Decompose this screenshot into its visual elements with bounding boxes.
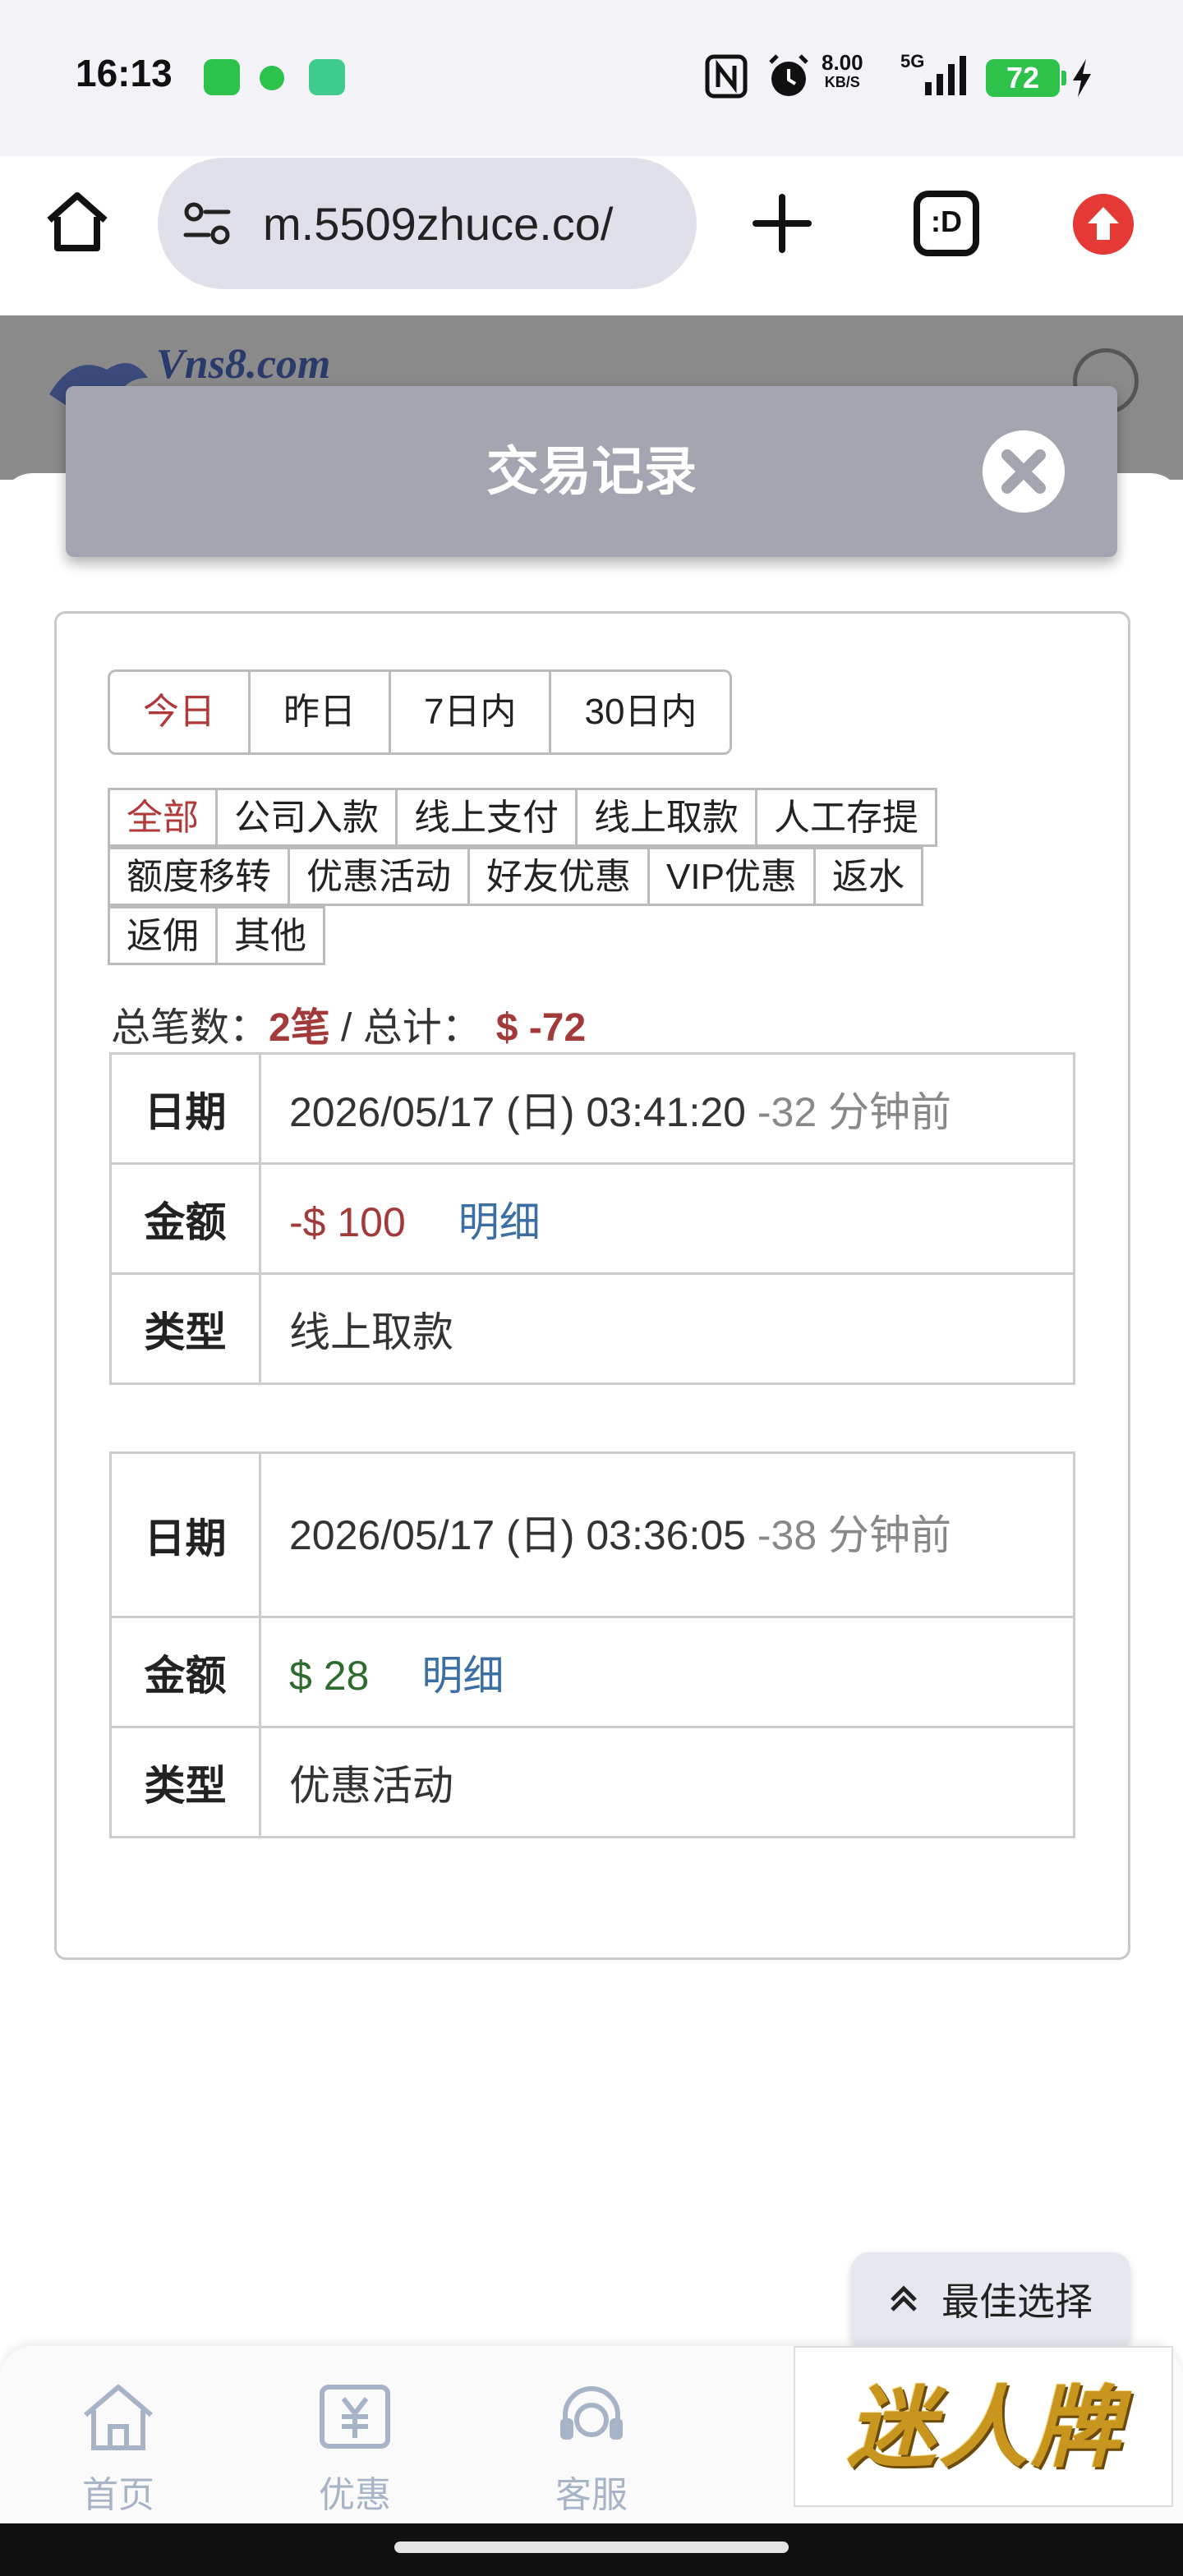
signal-icon [925,56,966,95]
count-value: 2笔 [269,1006,330,1050]
nav-promotions-label: 优惠 [319,2475,391,2515]
tab-switcher-button[interactable]: :D [914,191,979,256]
nav-support-label: 客服 [555,2475,628,2515]
nav-support[interactable]: 客服 [526,2382,657,2518]
tab-today[interactable]: 今日 [110,672,251,752]
date-value: 2026/05/17 (日) 03:41:20 -32 分钟前 [259,1052,1075,1165]
type-tab-vip-bonus[interactable]: VIP优惠 [647,847,816,906]
type-tab-online-withdrawal[interactable]: 线上取款 [575,788,757,847]
type-tab-online-payment[interactable]: 线上支付 [395,788,578,847]
type-tabs-row: 全部 公司入款 线上支付 线上取款 人工存提 [108,788,1028,847]
status-bar: 16:13 8.00 KB/S 5G 72 [0,0,1183,156]
type-tab-rebate[interactable]: 返水 [812,847,923,906]
site-logo[interactable]: Vns8.com [156,340,330,389]
close-icon[interactable] [983,430,1065,513]
nav-promotions[interactable]: 优惠 [289,2382,421,2518]
amount-text: $ 28 [289,1652,370,1699]
type-tab-other[interactable]: 其他 [215,906,325,965]
charging-icon [1073,59,1091,97]
date-text: 2026/05/17 (日) 03:41:20 [289,1088,746,1135]
record-row-date: 日期 2026/05/17 (日) 03:36:05 -38 分钟前 [109,1451,1075,1618]
total-label: 总计： [362,1006,481,1050]
transaction-record: 日期 2026/05/17 (日) 03:41:20 -32 分钟前 金额 -$… [109,1052,1075,1385]
tab-7-days[interactable]: 7日内 [391,672,552,752]
nav-home-label: 首页 [82,2475,154,2515]
record-row-date: 日期 2026/05/17 (日) 03:41:20 -32 分钟前 [109,1052,1075,1165]
message-icon [260,66,284,90]
type-label: 类型 [109,1272,261,1385]
wechat-icon [204,59,240,95]
time-ago: -38 分钟前 [745,1511,952,1558]
best-choice-button[interactable]: 最佳选择 [851,2252,1130,2351]
promo-text: 迷人牌 [846,2378,1123,2477]
amount-label: 金额 [109,1162,261,1275]
url-text: m.5509zhuce.co/ [263,198,614,250]
type-tab-commission[interactable]: 返佣 [108,906,218,965]
type-label: 类型 [109,1726,261,1838]
net-speed-value: 8.00 [822,50,863,75]
type-filter-tabs: 全部 公司入款 线上支付 线上取款 人工存提 额度移转 优惠活动 好友优惠 VI… [108,788,1028,965]
promo-banner[interactable]: 迷人牌 [794,2346,1173,2507]
amount-value: $ 28 明细 [259,1616,1075,1728]
amount-text: -$ 100 [289,1198,406,1245]
modal-title: 交易记录 [486,442,697,501]
time-ago: -32 分钟前 [745,1088,952,1135]
date-text: 2026/05/17 (日) 03:36:05 [289,1511,746,1558]
tab-30-days[interactable]: 30日内 [551,672,730,752]
transaction-panel: 今日 昨日 7日内 30日内 全部 公司入款 线上支付 线上取款 人工存提 额度… [54,611,1130,1960]
amount-label: 金额 [109,1616,261,1728]
transaction-record: 日期 2026/05/17 (日) 03:36:05 -38 分钟前 金额 $ … [109,1451,1075,1838]
update-icon[interactable] [1073,194,1134,255]
type-tabs-row: 返佣 其他 [108,906,1028,965]
battery-indicator: 72 [986,59,1066,97]
network-speed: 8.00 KB/S [822,50,863,92]
type-tab-company-deposit[interactable]: 公司入款 [215,788,398,847]
alarm-icon [769,54,808,96]
type-tab-all[interactable]: 全部 [108,788,218,847]
summary-separator: / [329,1006,363,1050]
detail-link[interactable]: 明细 [458,1199,541,1245]
record-row-amount: 金额 -$ 100 明细 [109,1162,1075,1275]
amount-value: -$ 100 明细 [259,1162,1075,1275]
type-tab-manual[interactable]: 人工存提 [755,788,937,847]
site-settings-icon[interactable] [182,200,232,246]
tab-yesterday[interactable]: 昨日 [251,672,391,752]
modal-header: 交易记录 [66,386,1117,557]
type-value: 线上取款 [259,1272,1075,1385]
record-row-amount: 金额 $ 28 明细 [109,1616,1075,1728]
home-indicator[interactable] [394,2542,789,2553]
coupon-icon [320,2385,390,2449]
gesture-bar [0,2523,1183,2576]
date-label: 日期 [109,1052,261,1165]
nfc-icon [705,54,748,99]
summary: 总笔数：2笔 / 总计： $ -72 [111,995,586,1052]
home-icon [84,2385,153,2450]
home-icon[interactable] [43,187,112,256]
nav-home[interactable]: 首页 [53,2382,184,2518]
date-value: 2026/05/17 (日) 03:36:05 -38 分钟前 [259,1451,1075,1618]
battery-app-icon [309,59,345,95]
new-tab-icon[interactable] [749,191,815,256]
net-speed-unit: KB/S [824,74,860,90]
record-row-type: 类型 优惠活动 [109,1726,1075,1838]
address-bar[interactable]: m.5509zhuce.co/ [158,158,697,289]
type-tab-promotions[interactable]: 优惠活动 [288,847,470,906]
detail-link[interactable]: 明细 [421,1653,504,1699]
best-choice-label: 最佳选择 [941,2280,1093,2323]
count-label: 总笔数： [111,1006,269,1050]
headset-icon [560,2386,623,2440]
total-value: $ -72 [495,1006,587,1050]
status-time: 16:13 [76,52,173,94]
type-value: 优惠活动 [259,1726,1075,1838]
date-filter-tabs: 今日 昨日 7日内 30日内 [108,669,733,755]
type-tab-transfer[interactable]: 额度移转 [108,847,290,906]
record-row-type: 类型 线上取款 [109,1272,1075,1385]
chevron-up-icon [891,2285,917,2312]
type-tabs-row: 额度移转 优惠活动 好友优惠 VIP优惠 返水 [108,847,1028,906]
date-label: 日期 [109,1451,261,1618]
type-tab-friend-bonus[interactable]: 好友优惠 [467,847,650,906]
signal-type: 5G [900,51,925,71]
